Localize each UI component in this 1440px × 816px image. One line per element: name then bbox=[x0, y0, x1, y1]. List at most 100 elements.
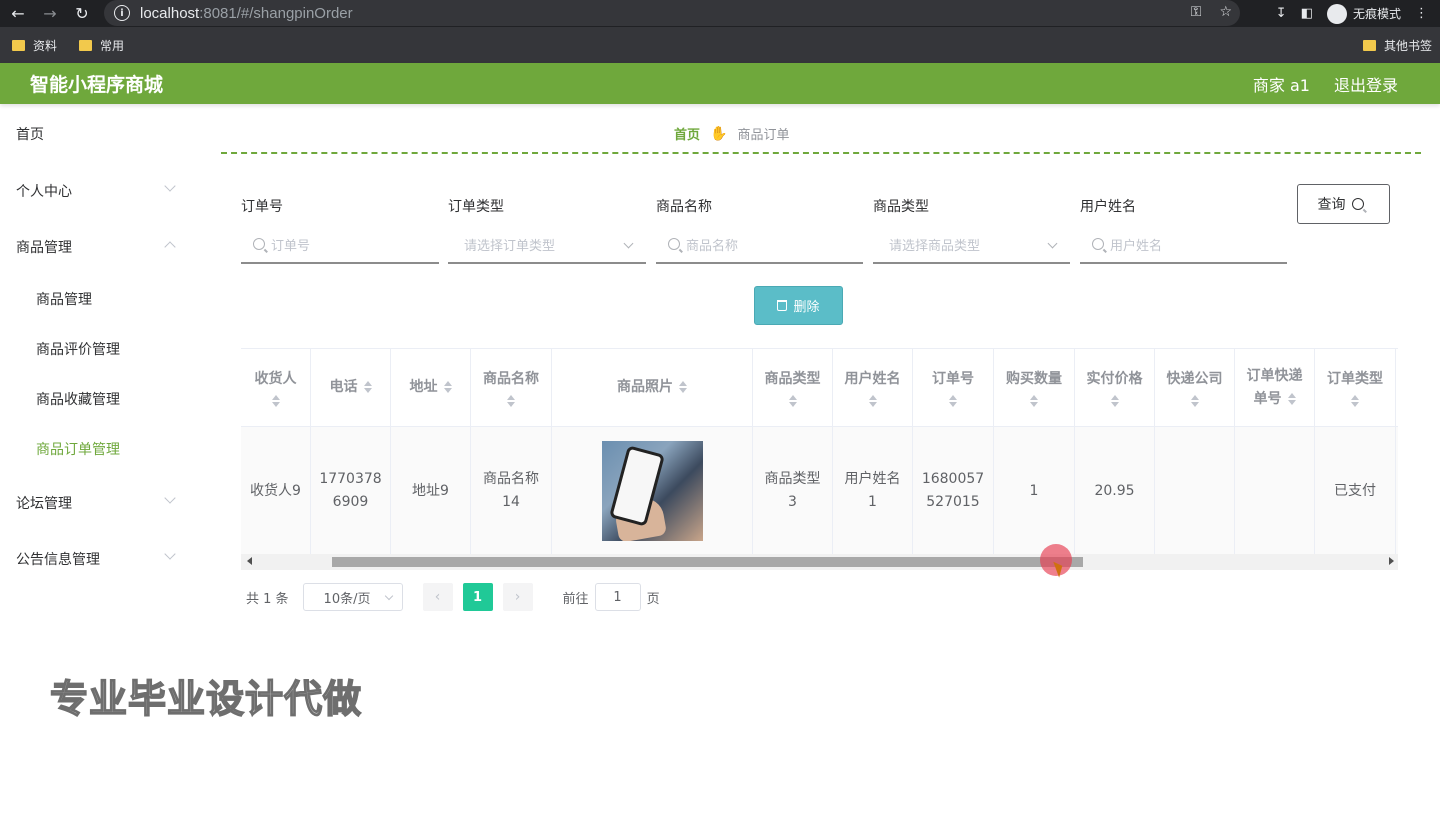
download-icon[interactable]: ↧ bbox=[1276, 6, 1287, 21]
sort-icon[interactable] bbox=[1190, 395, 1199, 407]
pagination-total: 共 1 条 bbox=[246, 591, 289, 607]
page-size-select[interactable]: 10条/页 bbox=[302, 583, 403, 611]
cell-text: 地址9 bbox=[412, 482, 449, 499]
header-label: 收货人 bbox=[254, 371, 297, 387]
scroll-right-icon[interactable] bbox=[1389, 557, 1394, 565]
header-label: 购买数量 bbox=[1006, 371, 1062, 387]
column-header-product-name[interactable]: 商品名称 bbox=[471, 349, 552, 426]
order-type-placeholder: 请选择订单类型 bbox=[464, 238, 556, 254]
other-bookmarks[interactable]: 其他书签 bbox=[1362, 27, 1432, 63]
cell-price: 20.95 bbox=[1075, 427, 1155, 554]
delete-button[interactable]: 删除 bbox=[754, 286, 843, 325]
incognito-label: 无痕模式 bbox=[1352, 7, 1401, 21]
sort-icon[interactable] bbox=[1287, 392, 1296, 405]
header-label: 订单类型 bbox=[1327, 371, 1383, 387]
column-header-phone[interactable]: 电话 bbox=[311, 349, 391, 426]
sort-icon[interactable] bbox=[679, 381, 687, 393]
breadcrumb-home[interactable]: 首页 bbox=[674, 124, 700, 143]
column-header-order-no[interactable]: 订单号 bbox=[913, 349, 994, 426]
address-bar[interactable]: i localhost:8081/#/shangpinOrder ⚿ ☆ bbox=[104, 0, 1240, 26]
folder-icon bbox=[12, 39, 25, 51]
sort-icon[interactable] bbox=[443, 381, 452, 393]
column-header-product-type[interactable]: 商品类型 bbox=[753, 349, 833, 426]
product-name-input[interactable]: 商品名称 bbox=[656, 226, 863, 264]
column-header-quantity[interactable]: 购买数量 bbox=[994, 349, 1075, 426]
sort-icon[interactable] bbox=[507, 395, 515, 407]
scroll-left-icon[interactable] bbox=[247, 557, 252, 565]
column-header-address[interactable]: 地址 bbox=[391, 349, 471, 426]
column-header-price[interactable]: 实付价格 bbox=[1075, 349, 1155, 426]
order-type-select[interactable]: 请选择订单类型 bbox=[448, 226, 646, 264]
prev-page-button[interactable]: ‹ bbox=[422, 583, 453, 611]
other-bookmarks-label: 其他书签 bbox=[1383, 38, 1432, 53]
order-no-input[interactable]: 订单号 bbox=[241, 226, 439, 264]
search-icon bbox=[1351, 198, 1364, 210]
reload-icon[interactable]: ↻ bbox=[70, 1, 94, 25]
sort-icon[interactable] bbox=[271, 395, 280, 407]
sidebar-subitem-products[interactable]: 商品管理 bbox=[36, 289, 92, 309]
bookmark-folder[interactable]: 常用 bbox=[79, 37, 124, 54]
trash-icon bbox=[777, 300, 788, 311]
filter-label-product-name: 商品名称 bbox=[656, 199, 712, 215]
app-header: 智能小程序商城 商家 a1 退出登录 bbox=[0, 63, 1440, 104]
bookmarks-bar: 资料 常用 其他书签 bbox=[0, 27, 1440, 63]
logout-link[interactable]: 退出登录 bbox=[1334, 72, 1398, 96]
chevron-down-icon bbox=[623, 238, 634, 249]
column-header-express[interactable]: 快递公司 bbox=[1155, 349, 1235, 426]
sort-icon[interactable] bbox=[788, 395, 797, 407]
sort-icon[interactable] bbox=[1030, 395, 1038, 407]
sort-icon[interactable] bbox=[1110, 395, 1119, 407]
query-button[interactable]: 查询 bbox=[1297, 184, 1390, 224]
folder-icon bbox=[1362, 39, 1376, 51]
incognito-indicator[interactable]: 无痕模式 bbox=[1326, 3, 1401, 24]
filter-label-product-type: 商品类型 bbox=[873, 199, 929, 215]
sort-icon[interactable] bbox=[949, 395, 957, 407]
key-icon[interactable]: ⚿ bbox=[1191, 4, 1202, 20]
sidebar-subitem-product-favorites[interactable]: 商品收藏管理 bbox=[36, 389, 120, 409]
column-header-order-type[interactable]: 订单类型 bbox=[1315, 349, 1396, 426]
back-icon[interactable]: ← bbox=[6, 1, 30, 25]
user-name-input[interactable]: 用户姓名 bbox=[1080, 226, 1287, 264]
product-photo[interactable] bbox=[601, 441, 703, 541]
page-number-current[interactable]: 1 bbox=[462, 583, 493, 611]
sort-icon[interactable] bbox=[1351, 395, 1359, 407]
column-header-receiver[interactable]: 收货人 bbox=[241, 349, 311, 426]
bookmark-folder[interactable]: 资料 bbox=[12, 37, 57, 54]
cell-express bbox=[1155, 427, 1235, 554]
menu-icon[interactable]: ⋮ bbox=[1415, 6, 1428, 21]
product-type-select[interactable]: 请选择商品类型 bbox=[873, 226, 1070, 264]
column-header-express-no[interactable]: 订单快递 单号 bbox=[1235, 349, 1315, 426]
incognito-icon bbox=[1326, 3, 1347, 24]
cell-product-photo bbox=[552, 427, 753, 554]
sidebar-subitem-product-orders[interactable]: 商品订单管理 bbox=[36, 439, 120, 459]
sidebar-item-personal-center[interactable]: 个人中心 bbox=[16, 181, 72, 201]
scroll-thumb[interactable] bbox=[332, 557, 1083, 567]
star-icon[interactable]: ☆ bbox=[1219, 4, 1232, 20]
header-label: 用户姓名 bbox=[844, 371, 901, 387]
goto-page-input[interactable]: 1 bbox=[594, 583, 641, 611]
header-label: 单号 bbox=[1253, 390, 1282, 407]
site-info-icon[interactable]: i bbox=[114, 5, 130, 21]
page-unit-label: 页 bbox=[646, 591, 660, 607]
header-label: 地址 bbox=[409, 379, 438, 395]
hand-icon: ✋ bbox=[710, 125, 728, 142]
sidebar-subitem-product-reviews[interactable]: 商品评价管理 bbox=[36, 339, 120, 359]
column-header-product-photo[interactable]: 商品照片 bbox=[552, 349, 753, 426]
sidebar-item-home[interactable]: 首页 bbox=[16, 124, 44, 144]
table-row[interactable]: 收货人9 1770378 6909 地址9 商品名称 14 商品类型 3 用户姓名 1 … bbox=[241, 427, 1398, 554]
sidebar-item-forum-management[interactable]: 论坛管理 bbox=[16, 493, 72, 513]
sidepanel-icon[interactable]: ◧ bbox=[1301, 6, 1313, 21]
sidebar-item-product-management[interactable]: 商品管理 bbox=[16, 237, 72, 257]
sidebar-item-notice-management[interactable]: 公告信息管理 bbox=[16, 549, 100, 569]
page-size-value: 10条/页 bbox=[323, 591, 371, 607]
forward-icon[interactable]: → bbox=[38, 1, 62, 25]
sort-icon[interactable] bbox=[363, 381, 372, 393]
sort-icon[interactable] bbox=[868, 395, 877, 407]
filter-label-order-type: 订单类型 bbox=[448, 199, 504, 215]
next-page-button[interactable]: › bbox=[502, 583, 533, 611]
table-horizontal-scrollbar[interactable] bbox=[241, 554, 1398, 570]
cell-text: 用户姓名 bbox=[844, 471, 901, 487]
column-header-user-name[interactable]: 用户姓名 bbox=[833, 349, 913, 426]
header-label: 商品名称 bbox=[483, 371, 539, 387]
filter-label-user-name: 用户姓名 bbox=[1080, 199, 1136, 215]
